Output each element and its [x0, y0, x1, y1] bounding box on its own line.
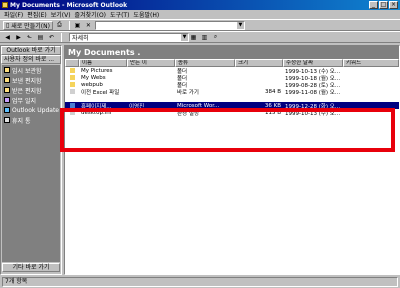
globe-icon — [4, 107, 10, 113]
cell-name: My Pictures — [81, 67, 113, 74]
menu-tools[interactable]: 도구(T) — [110, 10, 129, 19]
column-author[interactable]: 만든 이 — [127, 59, 175, 67]
sidebar-item-journal[interactable]: 업무 일지 — [2, 95, 60, 105]
new-doc-icon: ▯ — [6, 21, 10, 29]
outlook-window: My Documents - Microsoft Outlook _ □ × 파… — [0, 0, 400, 288]
menu-file[interactable]: 파일(F) — [4, 10, 23, 19]
print-icon[interactable]: ⎙ — [55, 21, 64, 30]
cell-name: 이전 Excel 파일 — [81, 89, 120, 96]
current-view-select[interactable]: 자세히 ▼ — [69, 32, 189, 42]
trash-icon — [4, 117, 10, 123]
navigation-toolbar: ◀ ▶ ⬑ ▤ ↶ 자세히 ▼ ▦ ▥ ⌕ — [0, 31, 400, 43]
menu-view[interactable]: 보기(V) — [51, 10, 71, 19]
menu-help[interactable]: 도움말(H) — [133, 10, 159, 19]
forward-icon[interactable]: ▶ — [14, 33, 23, 42]
cell-modified: 1999-11-08 (월) 오... — [285, 89, 341, 96]
inbox-icon — [4, 87, 10, 93]
journal-icon — [4, 97, 10, 103]
sidebar-item-outlook-update[interactable]: Outlook Update — [2, 105, 60, 115]
close-button[interactable]: × — [389, 1, 398, 9]
cell-type: 바로 가기 — [177, 89, 199, 96]
folder-icon — [70, 75, 75, 80]
folder-icon — [70, 68, 75, 73]
cell-size: 384 B — [264, 88, 281, 95]
file-icon — [70, 89, 75, 94]
field-chooser-icon[interactable]: ▥ — [200, 33, 209, 42]
undo-icon[interactable]: ↶ — [47, 33, 56, 42]
find-combo[interactable]: ▼ — [94, 20, 245, 30]
outlook-app-icon — [2, 2, 8, 8]
outlook-bar: Outlook 바로 가기 사용자 정의 바로 ... 임시 보관함 보낸 편지… — [0, 45, 62, 275]
move-to-folder-icon[interactable]: ▣ — [73, 21, 82, 30]
custom-shortcuts-group[interactable]: 사용자 정의 바로 ... — [1, 55, 61, 64]
red-highlight-box — [60, 108, 395, 152]
folder-icon — [70, 82, 75, 87]
back-icon[interactable]: ◀ — [3, 33, 12, 42]
sidebar-item-inbox[interactable]: 받은 편지함 — [2, 85, 60, 95]
find-items-icon[interactable]: ⌕ — [211, 33, 220, 42]
sidebar-item-deleted[interactable]: 휴지 통 — [2, 115, 60, 125]
delete-icon[interactable]: ✕ — [84, 21, 93, 30]
shortcut-list: 임시 보관함 보낸 편지함 받은 편지함 업무 일지 Outlook Updat… — [2, 65, 60, 262]
folder-list-icon[interactable]: ▤ — [36, 33, 45, 42]
menu-bar: 파일(F) 편집(E) 보기(V) 즐겨찾기(O) 도구(T) 도움말(H) — [0, 10, 400, 19]
window-title: My Documents - Microsoft Outlook — [10, 1, 128, 9]
folder-contents-pane: My Documents . 이름 만든 이 종류 크기 수정한 날짜 키워드 … — [64, 45, 400, 275]
standard-toolbar: ▯ 새로 만들기(N) ⎙ ▣ ✕ ▼ — [0, 19, 400, 31]
sidebar-item-drafts[interactable]: 임시 보관함 — [2, 65, 60, 75]
column-name[interactable]: 이름 — [79, 59, 127, 67]
sent-items-icon — [4, 77, 10, 83]
icon-column-header[interactable] — [65, 59, 79, 67]
status-bar: 7개 항목 — [0, 276, 400, 288]
title-bar[interactable]: My Documents - Microsoft Outlook _ □ × — [0, 0, 400, 10]
maximize-button[interactable]: □ — [379, 1, 388, 9]
column-size[interactable]: 크기 — [235, 59, 283, 67]
menu-favorites[interactable]: 즐겨찾기(O) — [75, 10, 107, 19]
outlook-shortcuts-header[interactable]: Outlook 바로 가기 — [1, 46, 61, 55]
group-by-box-icon[interactable]: ▦ — [189, 33, 198, 42]
folder-banner: My Documents . — [65, 46, 399, 59]
up-folder-icon[interactable]: ⬑ — [25, 33, 34, 42]
chevron-down-icon: ▼ — [181, 33, 188, 41]
new-button[interactable]: ▯ 새로 만들기(N) — [3, 20, 53, 30]
column-keywords[interactable]: 키워드 — [343, 59, 399, 67]
item-count: 7개 항목 — [2, 277, 398, 287]
minimize-button[interactable]: _ — [369, 1, 378, 9]
cell-name: My Webs — [81, 74, 106, 81]
other-shortcuts-button[interactable]: 기타 바로 가기 — [2, 263, 60, 272]
menu-edit[interactable]: 편집(E) — [27, 10, 47, 19]
drafts-icon — [4, 67, 10, 73]
table-row[interactable]: 이전 Excel 파일 바로 가기 384 B 1999-11-08 (월) 오... — [65, 88, 399, 96]
chevron-down-icon: ▼ — [236, 21, 244, 29]
sidebar-item-sent[interactable]: 보낸 편지함 — [2, 75, 60, 85]
